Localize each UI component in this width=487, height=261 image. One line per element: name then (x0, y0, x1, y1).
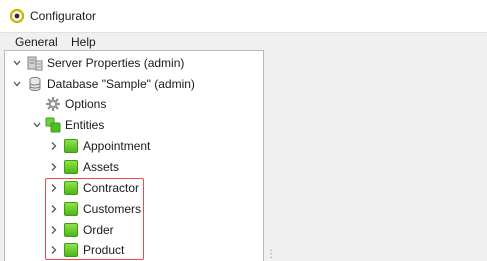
tree-node-entities[interactable]: Entities (10, 115, 260, 136)
server-icon (27, 56, 43, 71)
tree-node-appointment[interactable]: Appointment (10, 136, 260, 157)
tree-node-label: Database "Sample" (admin) (47, 77, 195, 91)
tree-node-label: Server Properties (admin) (47, 56, 185, 70)
selection-highlight (45, 178, 144, 260)
entity-icon (64, 139, 78, 153)
tree-node-label: Entities (65, 118, 105, 132)
menu-bar: General Help (0, 32, 487, 50)
database-icon (29, 77, 41, 91)
chevron-right-icon[interactable] (49, 161, 59, 173)
chevron-down-icon[interactable] (32, 119, 42, 131)
tree-node-assets[interactable]: Assets (10, 157, 260, 178)
chevron-down-icon[interactable] (12, 78, 22, 90)
gear-icon (46, 97, 60, 111)
tree-node-server-properties[interactable]: Server Properties (admin) (10, 53, 260, 74)
tree-node-label: Appointment (83, 139, 151, 153)
window-title: Configurator (30, 9, 97, 23)
entities-icon (45, 117, 61, 133)
tree-node-label: Options (65, 97, 107, 111)
title-bar: Configurator (0, 0, 487, 32)
tree-node-options[interactable]: Options (10, 94, 260, 115)
tree-node-label: Assets (83, 160, 120, 174)
menu-help[interactable]: Help (71, 35, 96, 49)
entity-icon (64, 160, 78, 174)
chevron-right-icon[interactable] (49, 140, 59, 152)
tree-node-database[interactable]: Database "Sample" (admin) (10, 74, 260, 95)
chevron-down-icon[interactable] (12, 57, 22, 69)
configurator-logo-icon (9, 8, 25, 24)
menu-general[interactable]: General (15, 35, 58, 49)
splitter-grip-icon[interactable]: ⋮ (266, 250, 276, 260)
